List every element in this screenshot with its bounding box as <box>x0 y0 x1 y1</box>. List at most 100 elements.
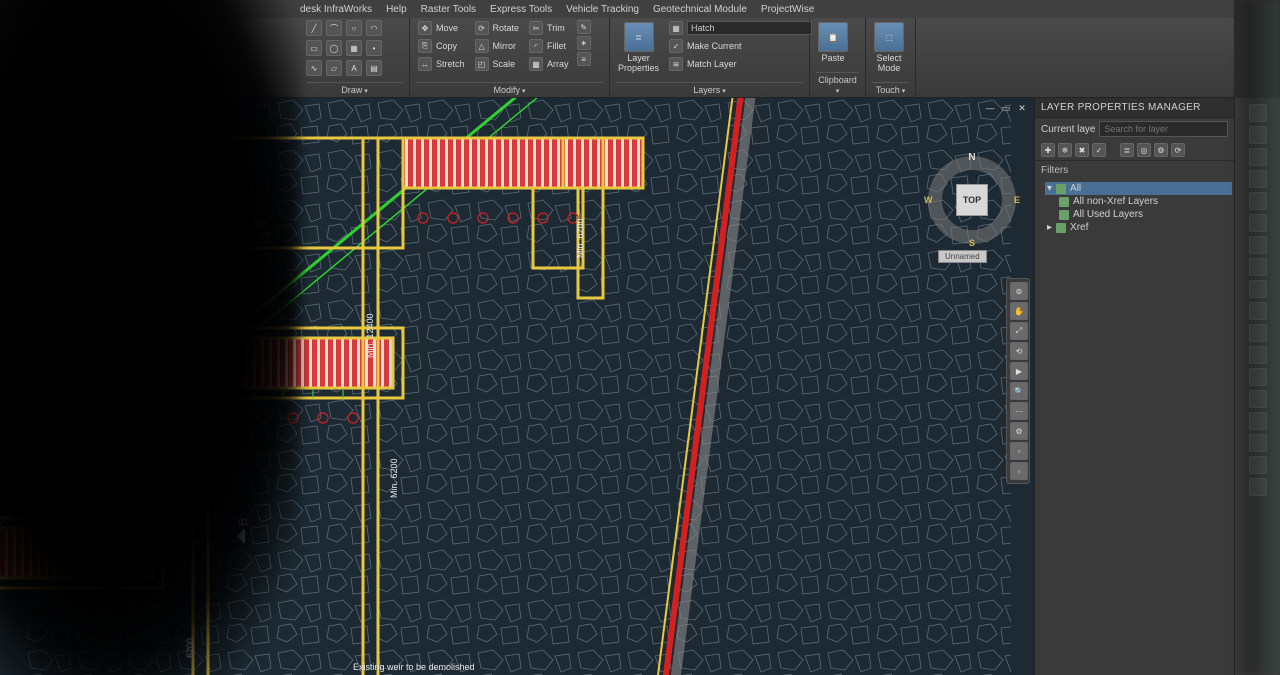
menu-geotechnical[interactable]: Geotechnical Module <box>653 4 747 15</box>
menu-express-tools[interactable]: Express Tools <box>490 4 552 15</box>
filter-non-xref[interactable]: All non-Xref Layers <box>1045 195 1232 208</box>
layer-search-input[interactable] <box>1099 121 1228 137</box>
palette-tool-16-icon[interactable] <box>1249 434 1267 452</box>
layer-panel-toolbar: ✚ ❄ ✖ ✓ ≣ ◎ ⚙ ⟳ <box>1035 140 1234 161</box>
steering-wheel-icon[interactable]: ⊚ <box>1010 282 1028 300</box>
explode-icon[interactable]: ✶ <box>577 36 591 50</box>
layer-settings-icon[interactable]: ⚙ <box>1154 143 1168 157</box>
spline-icon[interactable]: ∿ <box>306 60 322 76</box>
palette-tool-4-icon[interactable] <box>1249 170 1267 188</box>
nav-extra2-icon[interactable]: ▫ <box>1010 462 1028 480</box>
ribbon: ╱ ⌒ ○ ◠ ▭ ◯ ▦ • ∿ ▱ A ▤ Draw <box>0 18 1234 98</box>
menu-vehicle-tracking[interactable]: Vehicle Tracking <box>566 4 639 15</box>
point-icon[interactable]: • <box>366 40 382 56</box>
view-cube[interactable]: TOP N S E W Unnamed <box>928 156 1016 244</box>
panel-draw-title[interactable]: Draw <box>306 82 403 97</box>
palette-tool-11-icon[interactable] <box>1249 324 1267 342</box>
refresh-icon[interactable]: ⟳ <box>1171 143 1185 157</box>
table-icon[interactable]: ▤ <box>366 60 382 76</box>
layer-properties-panel: LAYER PROPERTIES MANAGER Current laye ✚ … <box>1034 98 1234 675</box>
region-icon[interactable]: ▱ <box>326 60 342 76</box>
line-icon[interactable]: ╱ <box>306 20 322 36</box>
palette-tool-5-icon[interactable] <box>1249 192 1267 210</box>
new-layer-icon[interactable]: ✚ <box>1041 143 1055 157</box>
palette-tool-8-icon[interactable] <box>1249 258 1267 276</box>
erase-icon[interactable]: ✎ <box>577 20 591 34</box>
hatch-dropdown[interactable]: ▦ <box>667 20 814 36</box>
paste-button[interactable]: 📋 Paste <box>816 20 850 66</box>
palette-tool-15-icon[interactable] <box>1249 412 1267 430</box>
drawing-canvas[interactable]: — ▭ ✕ <box>0 98 1034 675</box>
filter-used[interactable]: All Used Layers <box>1045 208 1232 221</box>
orbit-icon[interactable]: ⟲ <box>1010 342 1028 360</box>
hatch-input[interactable] <box>687 21 812 35</box>
fillet-button[interactable]: ◜Fillet <box>527 38 571 54</box>
panel-modify-title[interactable]: Modify <box>416 82 603 97</box>
palette-tool-10-icon[interactable] <box>1249 302 1267 320</box>
palette-tool-9-icon[interactable] <box>1249 280 1267 298</box>
copy-button[interactable]: ⎘Copy <box>416 38 467 54</box>
polyline-icon[interactable]: ⌒ <box>326 20 342 36</box>
zoom-icon[interactable]: 🔍 <box>1010 382 1028 400</box>
rectangle-icon[interactable]: ▭ <box>306 40 322 56</box>
app-root: desk InfraWorks Help Raster Tools Expres… <box>0 0 1280 675</box>
layer-isolate-icon[interactable]: ◎ <box>1137 143 1151 157</box>
array-button[interactable]: ▦Array <box>527 56 571 72</box>
palette-tool-6-icon[interactable] <box>1249 214 1267 232</box>
match-layer-button[interactable]: ≋Match Layer <box>667 56 814 72</box>
set-current-icon[interactable]: ✓ <box>1092 143 1106 157</box>
filter-xref[interactable]: ▸Xref <box>1045 221 1232 234</box>
panel-clipboard-title[interactable]: Clipboard <box>816 72 859 97</box>
menu-infraworks[interactable]: desk InfraWorks <box>300 4 372 15</box>
arc-icon[interactable]: ◠ <box>366 20 382 36</box>
drawing-svg: P2 400 (note 5) 400 (note 5) Min. 11800 … <box>0 98 1034 675</box>
layer-states-icon[interactable]: ≣ <box>1120 143 1134 157</box>
maximize-icon[interactable]: ▭ <box>1000 102 1012 114</box>
palette-tool-17-icon[interactable] <box>1249 456 1267 474</box>
palette-tool-7-icon[interactable] <box>1249 236 1267 254</box>
palette-tool-3-icon[interactable] <box>1249 148 1267 166</box>
mirror-button[interactable]: △Mirror <box>473 38 522 54</box>
menu-raster-tools[interactable]: Raster Tools <box>421 4 476 15</box>
palette-tool-12-icon[interactable] <box>1249 346 1267 364</box>
label-weir-length-b: Weir Length <box>33 420 81 430</box>
stretch-button[interactable]: ↔Stretch <box>416 56 467 72</box>
new-layer-freeze-icon[interactable]: ❄ <box>1058 143 1072 157</box>
menu-projectwise[interactable]: ProjectWise <box>761 4 814 15</box>
menu-help[interactable]: Help <box>386 4 407 15</box>
text-icon[interactable]: A <box>346 60 362 76</box>
palette-tool-18-icon[interactable] <box>1249 478 1267 496</box>
showmotion-icon[interactable]: ▶ <box>1010 362 1028 380</box>
palette-tool-14-icon[interactable] <box>1249 390 1267 408</box>
panel-layers-title[interactable]: Layers <box>616 82 803 97</box>
nav-settings-icon[interactable]: ⚙ <box>1010 422 1028 440</box>
hatch-icon[interactable]: ▦ <box>346 40 362 56</box>
close-icon[interactable]: ✕ <box>1016 102 1028 114</box>
ellipse-icon[interactable]: ◯ <box>326 40 342 56</box>
offset-icon[interactable]: ≡ <box>577 52 591 66</box>
minimize-icon[interactable]: — <box>984 102 996 114</box>
rotate-button[interactable]: ⟳Rotate <box>473 20 522 36</box>
filter-all[interactable]: ▾All <box>1045 182 1232 195</box>
panel-touch-title[interactable]: Touch <box>872 82 909 97</box>
delete-layer-icon[interactable]: ✖ <box>1075 143 1089 157</box>
palette-tool-1-icon[interactable] <box>1249 104 1267 122</box>
nav-extra1-icon[interactable]: ▫ <box>1010 442 1028 460</box>
zoom-extents-icon[interactable]: ⤢ <box>1010 322 1028 340</box>
pan-icon[interactable]: ✋ <box>1010 302 1028 320</box>
trim-button[interactable]: ✂Trim <box>527 20 571 36</box>
viewcube-top-face[interactable]: TOP <box>956 184 988 216</box>
layer-properties-button[interactable]: ≣ Layer Properties <box>616 20 661 76</box>
select-mode-button[interactable]: ⬚ Select Mode <box>872 20 906 76</box>
compass-north: N <box>968 152 975 163</box>
palette-tool-2-icon[interactable] <box>1249 126 1267 144</box>
panel-draw: ╱ ⌒ ○ ◠ ▭ ◯ ▦ • ∿ ▱ A ▤ Draw <box>300 18 410 97</box>
make-current-button[interactable]: ✓Make Current <box>667 38 814 54</box>
move-button[interactable]: ✥Move <box>416 20 467 36</box>
label-min-11800-a: Min. 11800 <box>223 218 267 228</box>
panel-modify: ✥Move ⎘Copy ↔Stretch ⟳Rotate △Mirror ◰Sc… <box>410 18 610 97</box>
circle-icon[interactable]: ○ <box>346 20 362 36</box>
nav-more-icon[interactable]: ⋯ <box>1010 402 1028 420</box>
scale-button[interactable]: ◰Scale <box>473 56 522 72</box>
palette-tool-13-icon[interactable] <box>1249 368 1267 386</box>
